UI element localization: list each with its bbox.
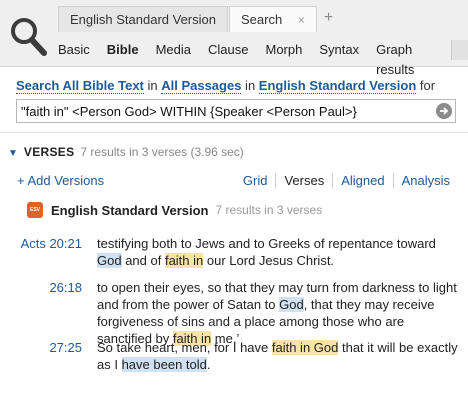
view-grid[interactable]: Grid: [235, 173, 276, 188]
nav-media[interactable]: Media: [156, 40, 191, 60]
search-type-dropdown[interactable]: Search All Bible Text: [16, 78, 144, 94]
close-icon[interactable]: ×: [298, 13, 305, 27]
search-input-value: "faith in" <Person God> WITHIN {Speaker …: [21, 104, 357, 119]
triangle-down-icon[interactable]: ▼: [8, 148, 18, 159]
hit-highlight: God: [279, 297, 304, 312]
version-dropdown[interactable]: English Standard Version: [258, 78, 417, 94]
view-verses[interactable]: Verses: [275, 173, 332, 188]
scope-text: in: [241, 78, 259, 93]
version-name[interactable]: English Standard Version: [51, 203, 208, 218]
results-meta: 7 results in 3 verses (3.96 sec): [80, 145, 244, 159]
view-aligned[interactable]: Aligned: [332, 173, 392, 188]
nav-clause[interactable]: Clause: [208, 40, 248, 60]
search-scope-line: Search All Bible Text in All Passages in…: [16, 78, 436, 94]
verse-reference[interactable]: Acts 20:21: [21, 235, 82, 252]
view-mode-tabs: Grid Verses Aligned Analysis: [235, 173, 458, 188]
passages-dropdown[interactable]: All Passages: [161, 78, 242, 94]
section-divider: [0, 132, 468, 133]
hit-highlight: God: [97, 253, 122, 268]
plus-icon[interactable]: +: [318, 6, 339, 34]
verse-text: testifying both to Jews and to Greeks of…: [97, 236, 436, 268]
verse-reference[interactable]: 26:18: [49, 279, 82, 296]
hit-highlight: have been told: [121, 357, 207, 372]
scope-text: for: [416, 78, 436, 93]
version-header: ESV English Standard Version 7 results i…: [27, 202, 322, 218]
search-input[interactable]: "faith in" <Person God> WITHIN {Speaker …: [16, 99, 456, 123]
add-versions-link[interactable]: + Add Versions: [17, 173, 104, 188]
search-icon[interactable]: [8, 14, 48, 58]
nav-basic[interactable]: Basic: [58, 40, 90, 60]
nav-syntax[interactable]: Syntax: [319, 40, 359, 60]
arrow-right-circle-icon[interactable]: [436, 103, 452, 119]
scope-text: in: [143, 78, 162, 93]
esv-logo-icon: ESV: [27, 202, 43, 218]
hit-highlight: faith in God: [271, 340, 339, 355]
tab-label: English Standard Version: [70, 12, 216, 27]
verse-reference[interactable]: 27:25: [49, 339, 82, 356]
tab-strip: English Standard Version Search × +: [58, 6, 339, 34]
nav-morph[interactable]: Morph: [265, 40, 302, 60]
hit-highlight: faith in: [164, 253, 204, 268]
results-header[interactable]: ▼ VERSES 7 results in 3 verses (3.96 sec): [8, 145, 244, 159]
top-toolbar: English Standard Version Search × + Basi…: [0, 0, 468, 77]
results-title: VERSES: [23, 145, 75, 159]
tab-search[interactable]: Search ×: [228, 6, 317, 32]
nav-graph-results[interactable]: Graph results: [376, 40, 450, 77]
version-result-count: 7 results in 3 verses: [215, 203, 323, 217]
add-versions-label: Add Versions: [24, 173, 105, 188]
search-type-nav: Basic Bible Media Clause Morph Syntax Gr…: [58, 40, 468, 77]
tab-label: Search: [240, 12, 283, 27]
verse-text: So take heart, men, for I have faith in …: [97, 340, 458, 372]
nav-bible[interactable]: Bible: [107, 40, 139, 60]
verse-text: to open their eyes, so that they may tur…: [97, 280, 457, 346]
view-analysis[interactable]: Analysis: [392, 173, 458, 188]
tab-english-standard-version[interactable]: English Standard Version: [58, 6, 228, 32]
nav-overflow-button[interactable]: [451, 40, 468, 60]
plus-icon: +: [17, 173, 25, 188]
